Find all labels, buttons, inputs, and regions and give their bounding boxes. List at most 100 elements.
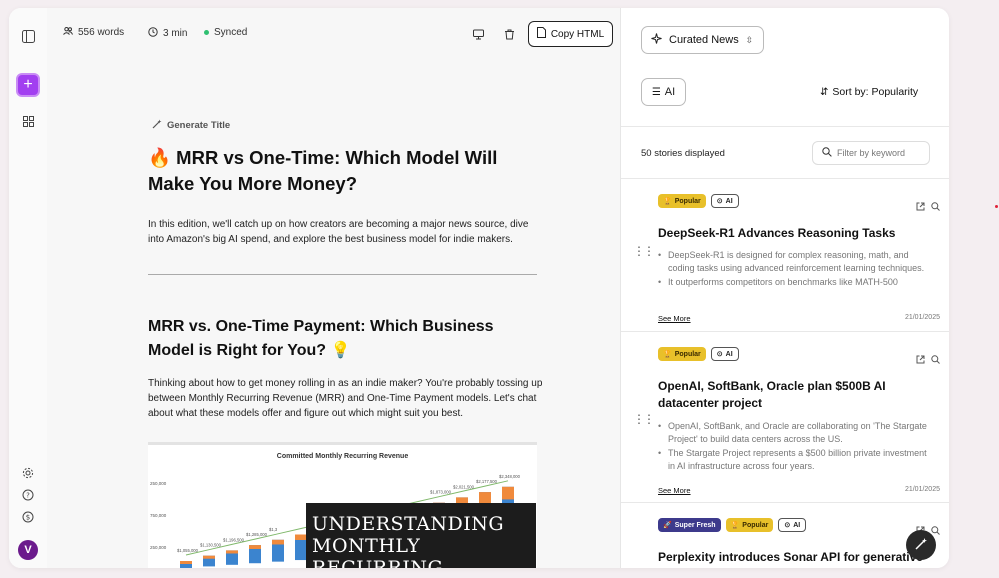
y-tick-label: 250,000 bbox=[150, 481, 167, 486]
help-icon[interactable]: ? bbox=[20, 487, 36, 503]
drag-handle-icon[interactable]: ⋮⋮ bbox=[633, 413, 655, 425]
document-icon bbox=[536, 27, 546, 41]
data-point-label: $1,3 bbox=[269, 527, 278, 532]
updown-chevron-icon: ⇳ bbox=[745, 34, 753, 45]
sidebar-toggle-icon[interactable] bbox=[20, 28, 36, 44]
header-divider bbox=[621, 126, 949, 127]
card-title[interactable]: DeepSeek-R1 Advances Reasoning Tasks bbox=[658, 225, 943, 242]
divider bbox=[148, 274, 537, 275]
ai-badge: ⊙ AI bbox=[710, 194, 739, 208]
sort-icon: ⇵ bbox=[820, 86, 829, 98]
chip-icon: ⊙ bbox=[716, 351, 723, 358]
notification-dot bbox=[995, 205, 998, 208]
list-icon: ☰ bbox=[651, 86, 661, 98]
card-badges: 🚀 Super Fresh 🏆 Popular ⊙ AI bbox=[658, 518, 807, 532]
y-tick-label: 250,000 bbox=[150, 545, 167, 550]
trophy-icon: 🏆 bbox=[663, 198, 672, 205]
data-point-label: $2,177,500 bbox=[476, 479, 498, 484]
settings-gear-icon[interactable] bbox=[20, 465, 36, 481]
news-card[interactable]: ⋮⋮ 🏆 Popular ⊙ AI OpenAI, SoftBank, Oracle… bbox=[621, 332, 949, 502]
search-icon[interactable] bbox=[931, 351, 940, 369]
trophy-icon: 🏆 bbox=[663, 351, 672, 358]
chart-bar-segment bbox=[502, 486, 514, 500]
card-date: 21/01/2025 bbox=[904, 314, 940, 321]
card-date: 21/01/2025 bbox=[904, 486, 940, 493]
data-point-label: $1,055,000 bbox=[177, 548, 199, 553]
ai-badge: ⊙ AI bbox=[710, 347, 739, 361]
popular-badge: 🏆 Popular bbox=[725, 518, 774, 532]
card-badges: 🏆 Popular ⊙ AI bbox=[658, 347, 739, 361]
card-actions bbox=[916, 351, 940, 369]
data-point-label: $1,130,500 bbox=[200, 543, 222, 548]
generate-title-button[interactable]: Generate Title bbox=[152, 119, 230, 132]
sync-dot-icon bbox=[204, 30, 209, 35]
data-point-label: $1,285,000 bbox=[246, 532, 268, 537]
see-more-link[interactable]: See More bbox=[658, 314, 691, 323]
clock-icon bbox=[148, 27, 158, 40]
search-icon[interactable] bbox=[931, 198, 940, 216]
magic-wand-icon bbox=[914, 537, 928, 554]
svg-text:?: ? bbox=[26, 492, 30, 500]
sparkle-icon bbox=[651, 33, 662, 47]
grid-icon[interactable] bbox=[20, 113, 36, 129]
chart-bar-segment bbox=[272, 539, 284, 545]
external-link-icon[interactable] bbox=[916, 198, 925, 216]
sort-button[interactable]: ⇵ Sort by: Popularity bbox=[820, 86, 918, 98]
keyword-filter-input[interactable]: Filter by keyword bbox=[812, 141, 930, 165]
data-point-label: $2,021,500 bbox=[453, 484, 475, 489]
left-rail: + ? $ V bbox=[9, 8, 47, 568]
trash-icon[interactable] bbox=[504, 27, 518, 41]
chart-bar-segment bbox=[203, 555, 215, 559]
app-window: + ? $ V 556 words 3 min Synced Copy HTML… bbox=[9, 8, 949, 568]
magic-wand-icon bbox=[152, 119, 162, 132]
svg-text:$: $ bbox=[26, 514, 30, 522]
billing-icon[interactable]: $ bbox=[20, 509, 36, 525]
data-point-label: $2,348,000 bbox=[499, 474, 521, 479]
add-button[interactable]: + bbox=[16, 73, 40, 97]
newsletter-title[interactable]: 🔥 MRR vs One-Time: Which Model Will Make… bbox=[148, 145, 548, 197]
intro-paragraph[interactable]: In this edition, we'll catch up on how c… bbox=[148, 217, 543, 247]
card-title[interactable]: OpenAI, SoftBank, Oracle plan $500B AI d… bbox=[658, 378, 943, 412]
mrr-chart-image: Committed Monthly Recurring Revenue 250,… bbox=[148, 442, 537, 568]
ai-badge: ⊙ AI bbox=[778, 518, 807, 532]
sync-status: Synced bbox=[204, 27, 247, 38]
users-icon bbox=[63, 27, 73, 38]
data-point-label: $1,873,000 bbox=[430, 490, 452, 495]
card-summary: DeepSeek-R1 is designed for complex reas… bbox=[658, 249, 928, 301]
card-summary: OpenAI, SoftBank, and Oracle are collabo… bbox=[658, 420, 928, 474]
popular-badge: 🏆 Popular bbox=[658, 194, 706, 208]
drag-handle-icon[interactable]: ⋮⋮ bbox=[633, 245, 655, 257]
word-count: 556 words bbox=[63, 27, 124, 38]
section-heading[interactable]: MRR vs. One-Time Payment: Which Business… bbox=[148, 315, 528, 363]
chart-bar-segment bbox=[226, 550, 238, 554]
editor-topbar: 556 words 3 min Synced Copy HTML bbox=[47, 8, 620, 60]
ai-filter-chip[interactable]: ☰ AI bbox=[641, 78, 686, 106]
chip-icon: ⊙ bbox=[716, 198, 723, 205]
chart-bar-segment bbox=[249, 545, 261, 549]
edit-fab-button[interactable] bbox=[906, 530, 936, 560]
avatar[interactable]: V bbox=[18, 540, 38, 560]
rocket-icon: 🚀 bbox=[663, 522, 672, 529]
monitor-icon[interactable] bbox=[473, 27, 487, 41]
news-card[interactable]: ⋮⋮ 🏆 Popular ⊙ AI DeepSeek-R1 Advances Rea… bbox=[621, 179, 949, 331]
story-count: 50 stories displayed bbox=[641, 148, 725, 159]
chart-overlay-caption: UNDERSTANDING MONTHLY RECURRING bbox=[306, 503, 536, 568]
section-paragraph[interactable]: Thinking about how to get money rolling … bbox=[148, 376, 543, 421]
see-more-link[interactable]: See More bbox=[658, 486, 691, 495]
popular-badge: 🏆 Popular bbox=[658, 347, 706, 361]
card-actions bbox=[916, 198, 940, 216]
news-card[interactable]: 🚀 Super Fresh 🏆 Popular ⊙ AI Perplexity int… bbox=[621, 503, 949, 568]
card-badges: 🏆 Popular ⊙ AI bbox=[658, 194, 739, 208]
search-icon bbox=[822, 147, 832, 159]
data-point-label: $1,196,500 bbox=[223, 537, 245, 542]
news-panel: Curated News ⇳ ☰ AI ⇵ Sort by: Popularit… bbox=[620, 8, 949, 568]
copy-html-button[interactable]: Copy HTML bbox=[528, 21, 613, 47]
chart-bar-segment bbox=[180, 561, 192, 564]
editor-pane: 556 words 3 min Synced Copy HTML Generat… bbox=[47, 8, 620, 568]
y-tick-label: 750,000 bbox=[150, 513, 167, 518]
card-title[interactable]: Perplexity introduces Sonar API for gene… bbox=[658, 549, 943, 568]
external-link-icon[interactable] bbox=[916, 351, 925, 369]
read-time: 3 min bbox=[148, 27, 187, 40]
super-fresh-badge: 🚀 Super Fresh bbox=[658, 518, 721, 532]
feed-select[interactable]: Curated News ⇳ bbox=[641, 26, 764, 54]
